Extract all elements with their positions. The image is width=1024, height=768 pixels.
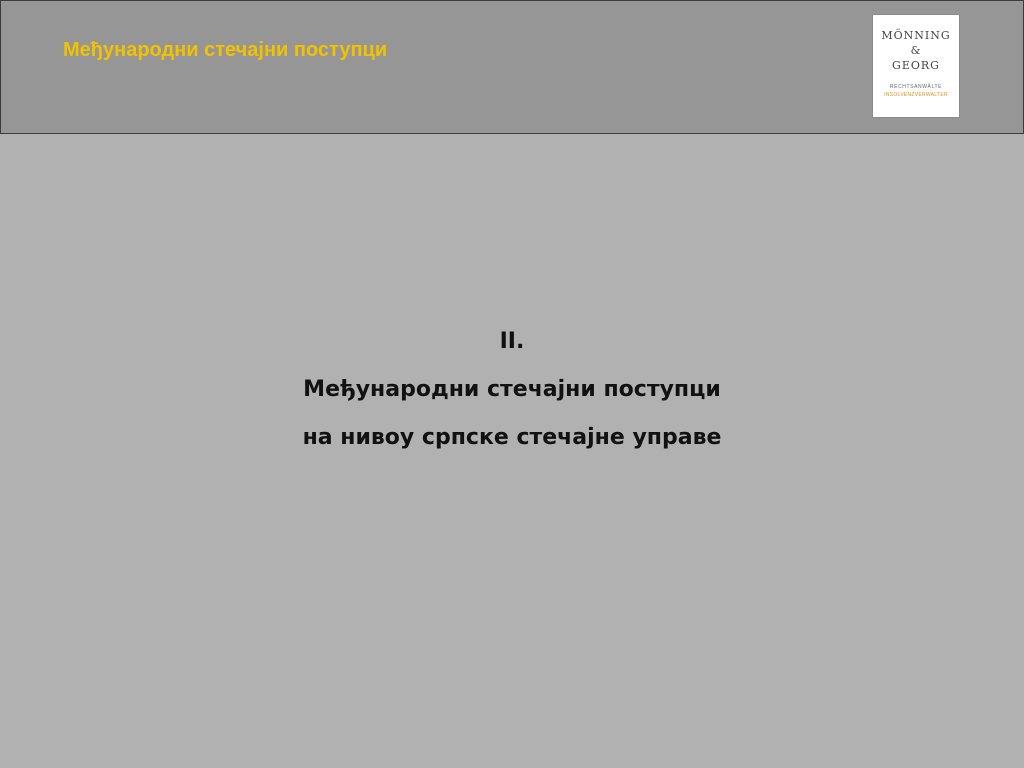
logo-name-line3: GEORG — [892, 59, 940, 72]
slide: Међународни стечајни поступци MÖNNING & … — [0, 0, 1024, 768]
company-logo: MÖNNING & GEORG RECHTSANWÄLTE INSOLVENZV… — [872, 14, 960, 118]
section-numeral: II. — [499, 329, 525, 354]
section-title-line1: Међународни стечајни поступци — [303, 377, 721, 402]
logo-name-line1: MÖNNING — [881, 29, 951, 42]
section-heading: II. Међународни стечајни поступци на нив… — [0, 318, 1024, 462]
slide-header-title: Међународни стечајни поступци — [63, 39, 388, 61]
logo-subtitle-rechtsanwaelte: RECHTSANWÄLTE — [889, 84, 943, 90]
logo-subtitle-insolvenzverwalter: INSOLVENZVERWALTER — [884, 92, 948, 98]
header-band: Међународни стечајни поступци MÖNNING & … — [0, 0, 1024, 134]
logo-ampersand: & — [910, 44, 922, 57]
section-title-line2: на нивоу српске стечајне управе — [302, 425, 722, 450]
